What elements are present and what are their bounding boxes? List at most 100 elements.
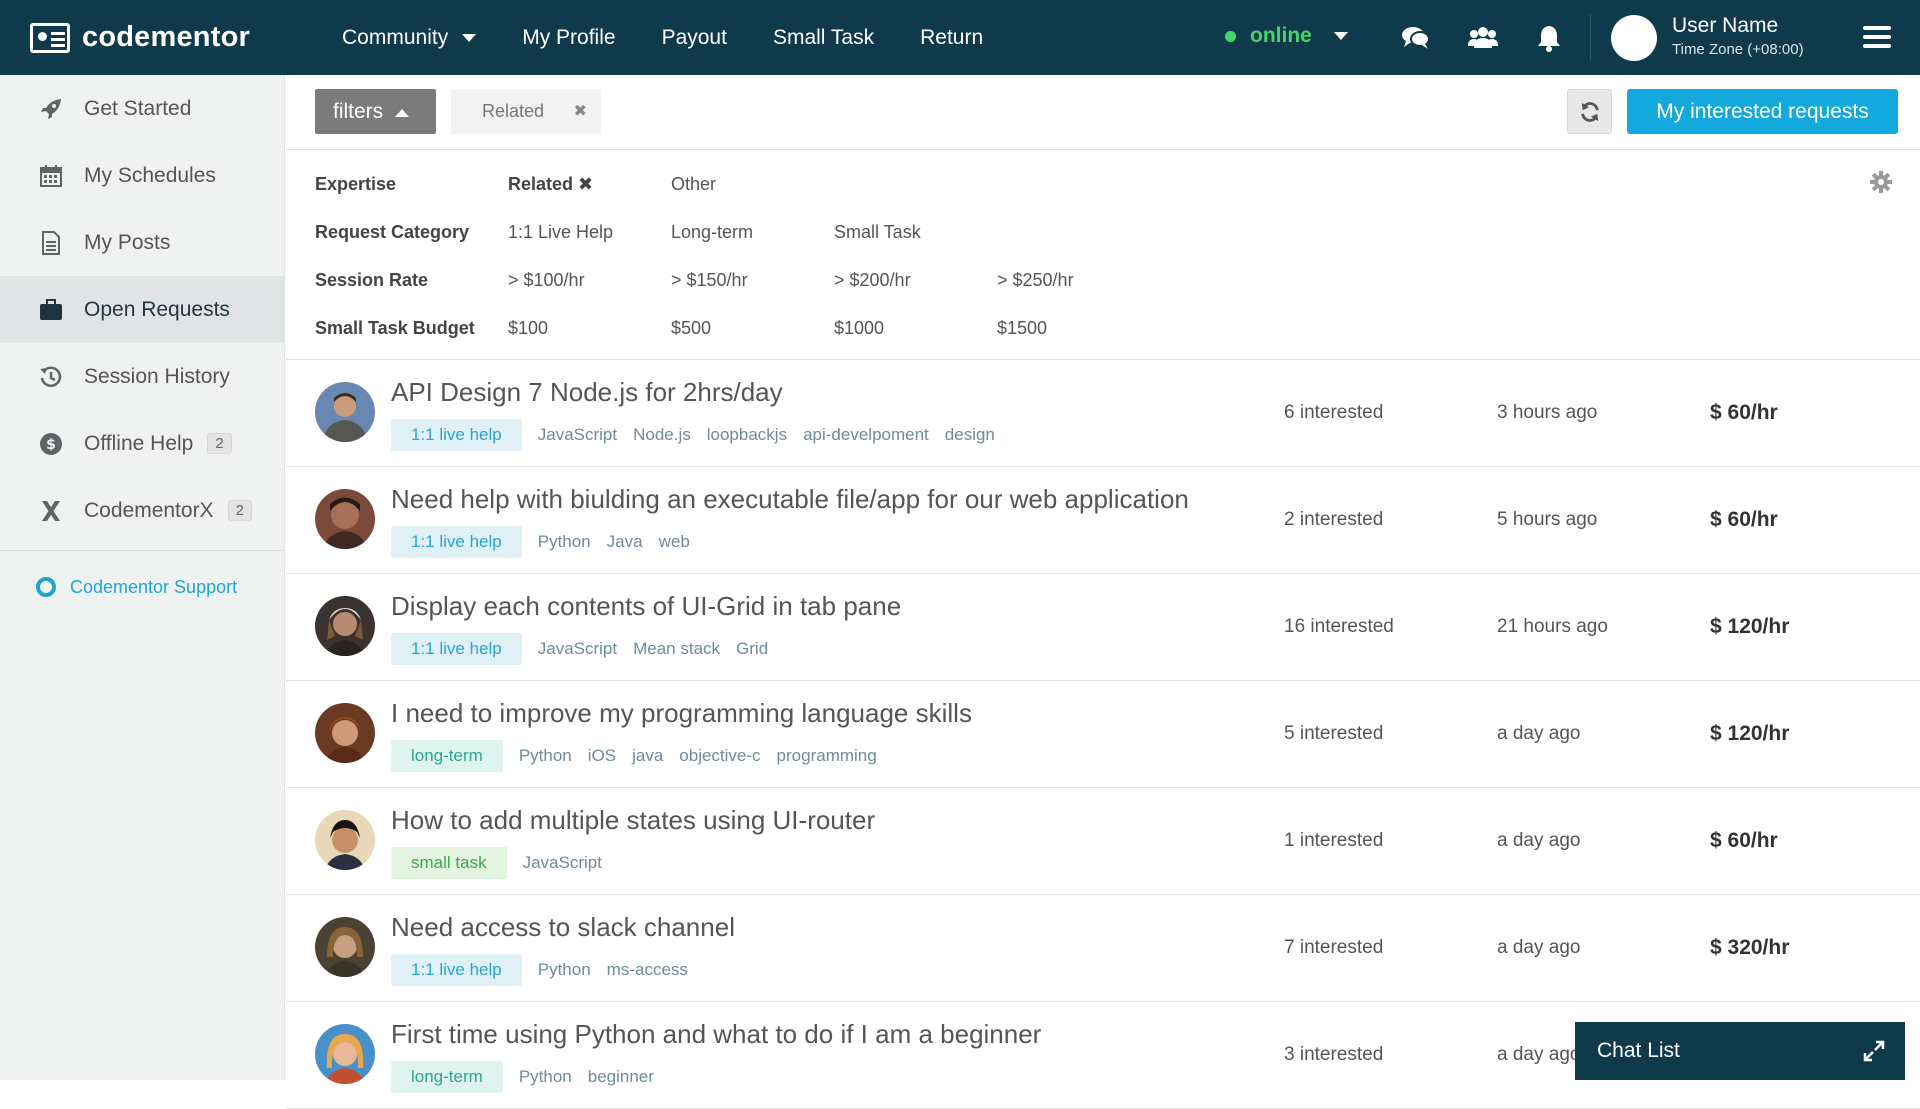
- tag-link[interactable]: java: [632, 746, 663, 766]
- tag-link[interactable]: Python: [519, 1067, 572, 1087]
- bell-icon[interactable]: [1534, 24, 1564, 52]
- filter-row-small-task-budget: Small Task Budget $100 $500 $1000 $1500: [315, 313, 1160, 343]
- request-rate: $ 60/hr: [1710, 508, 1778, 531]
- request-row[interactable]: I need to improve my programming languag…: [286, 681, 1920, 788]
- tag-link[interactable]: loopbackjs: [707, 425, 787, 445]
- tag-link[interactable]: Python: [538, 960, 591, 980]
- request-row[interactable]: Need help with biulding an executable fi…: [286, 467, 1920, 574]
- filter-option[interactable]: $100: [508, 318, 671, 339]
- request-title[interactable]: Need access to slack channel: [391, 912, 735, 943]
- tag-link[interactable]: iOS: [588, 746, 616, 766]
- tag-link[interactable]: JavaScript: [538, 425, 617, 445]
- request-title[interactable]: Display each contents of UI-Grid in tab …: [391, 591, 901, 622]
- filter-option[interactable]: $1000: [834, 318, 997, 339]
- nav-small-task[interactable]: Small Task: [773, 26, 874, 50]
- sidebar-item-offline-help[interactable]: $ Offline Help 2: [0, 410, 284, 477]
- request-title[interactable]: API Design 7 Node.js for 2hrs/day: [391, 377, 783, 408]
- user-name[interactable]: User Name: [1672, 14, 1778, 38]
- request-tags: 1:1 live help JavaScript Mean stack Grid: [391, 633, 784, 665]
- request-row[interactable]: API Design 7 Node.js for 2hrs/day 1:1 li…: [286, 360, 1920, 467]
- filter-option[interactable]: > $250/hr: [997, 270, 1160, 291]
- nav-return[interactable]: Return: [920, 26, 983, 50]
- calendar-icon: [38, 163, 64, 189]
- tag-link[interactable]: JavaScript: [538, 639, 617, 659]
- chat-bubbles-icon[interactable]: [1401, 24, 1431, 52]
- gear-icon[interactable]: [1869, 170, 1893, 194]
- interested-count: 7 interested: [1284, 937, 1384, 958]
- interested-count: 5 interested: [1284, 723, 1384, 744]
- avatar: [315, 703, 375, 763]
- tag-link[interactable]: JavaScript: [523, 853, 602, 873]
- request-title[interactable]: Need help with biulding an executable fi…: [391, 484, 1189, 515]
- filter-option[interactable]: Other: [671, 174, 834, 195]
- tag-link[interactable]: objective-c: [679, 746, 760, 766]
- interested-count: 2 interested: [1284, 509, 1384, 530]
- filter-option[interactable]: Long-term: [671, 222, 834, 243]
- filter-option[interactable]: $500: [671, 318, 834, 339]
- nav-community[interactable]: Community: [342, 25, 477, 50]
- sidebar-item-my-posts[interactable]: My Posts: [0, 209, 284, 276]
- user-avatar[interactable]: [1611, 15, 1657, 61]
- tag-link[interactable]: beginner: [588, 1067, 654, 1087]
- close-icon[interactable]: ✖: [574, 101, 587, 121]
- nav-my-profile[interactable]: My Profile: [522, 26, 615, 50]
- filter-bar: filters Related ✖ My interested requests: [286, 75, 1920, 150]
- chat-list-panel[interactable]: Chat List: [1575, 1022, 1905, 1080]
- my-interested-requests-button[interactable]: My interested requests: [1627, 89, 1898, 134]
- nav-community-label: Community: [342, 25, 449, 49]
- filter-label: Small Task Budget: [315, 317, 475, 338]
- request-row[interactable]: Need access to slack channel 1:1 live he…: [286, 895, 1920, 1002]
- sidebar-item-session-history[interactable]: Session History: [0, 343, 284, 410]
- interested-count: 6 interested: [1284, 402, 1384, 423]
- users-group-icon[interactable]: [1468, 24, 1498, 52]
- filter-option[interactable]: 1:1 Live Help: [508, 222, 671, 243]
- count-badge: 2: [227, 500, 252, 521]
- filter-option[interactable]: > $150/hr: [671, 270, 834, 291]
- sidebar-item-get-started[interactable]: Get Started: [0, 75, 284, 142]
- filter-option[interactable]: > $200/hr: [834, 270, 997, 291]
- sidebar-item-label: Open Requests: [84, 297, 230, 321]
- filter-option[interactable]: > $100/hr: [508, 270, 671, 291]
- tag-link[interactable]: Python: [519, 746, 572, 766]
- expand-icon[interactable]: [1863, 1040, 1885, 1062]
- sidebar-item-codementorx[interactable]: CodementorX 2: [0, 477, 284, 544]
- hamburger-menu-icon[interactable]: [1863, 26, 1891, 48]
- request-title[interactable]: I need to improve my programming languag…: [391, 698, 972, 729]
- sidebar-item-open-requests[interactable]: Open Requests: [0, 276, 284, 343]
- codementor-support-link[interactable]: Codementor Support: [0, 561, 284, 613]
- avatar: [315, 489, 375, 549]
- tag-link[interactable]: Node.js: [633, 425, 691, 445]
- sidebar-item-my-schedules[interactable]: My Schedules: [0, 142, 284, 209]
- refresh-icon: [1580, 101, 1599, 122]
- request-title[interactable]: How to add multiple states using UI-rout…: [391, 805, 875, 836]
- request-row[interactable]: How to add multiple states using UI-rout…: [286, 788, 1920, 895]
- brand[interactable]: codementor: [30, 21, 288, 54]
- nav-divider: [1590, 14, 1591, 60]
- filter-panel: Expertise Related ✖ Other Request Catego…: [286, 150, 1920, 360]
- request-title[interactable]: First time using Python and what to do i…: [391, 1019, 1041, 1050]
- active-filter-chip[interactable]: Related ✖: [451, 89, 601, 134]
- filter-option[interactable]: Small Task: [834, 222, 997, 243]
- sidebar-item-label: My Posts: [84, 230, 171, 254]
- request-row[interactable]: Display each contents of UI-Grid in tab …: [286, 574, 1920, 681]
- nav-payout[interactable]: Payout: [662, 26, 727, 50]
- sidebar-item-label: My Schedules: [84, 163, 216, 187]
- tag-link[interactable]: Java: [607, 532, 643, 552]
- tag-link[interactable]: programming: [777, 746, 877, 766]
- tag-link[interactable]: Python: [538, 532, 591, 552]
- tag-link[interactable]: Grid: [736, 639, 768, 659]
- sidebar-item-label: Offline Help: [84, 431, 194, 455]
- tag-link[interactable]: web: [659, 532, 690, 552]
- online-status-dropdown[interactable]: online: [1225, 24, 1348, 48]
- filters-toggle-button[interactable]: filters: [315, 89, 436, 134]
- tag-link[interactable]: ms-access: [607, 960, 688, 980]
- refresh-button[interactable]: [1567, 89, 1612, 134]
- filter-option[interactable]: $1500: [997, 318, 1160, 339]
- request-rate: $ 120/hr: [1710, 615, 1790, 638]
- tag-link[interactable]: api-develpoment: [803, 425, 929, 445]
- filter-option[interactable]: Related ✖: [508, 174, 671, 195]
- posted-time: a day ago: [1497, 830, 1581, 851]
- chevron-up-icon: [395, 108, 410, 117]
- tag-link[interactable]: design: [945, 425, 995, 445]
- tag-link[interactable]: Mean stack: [633, 639, 720, 659]
